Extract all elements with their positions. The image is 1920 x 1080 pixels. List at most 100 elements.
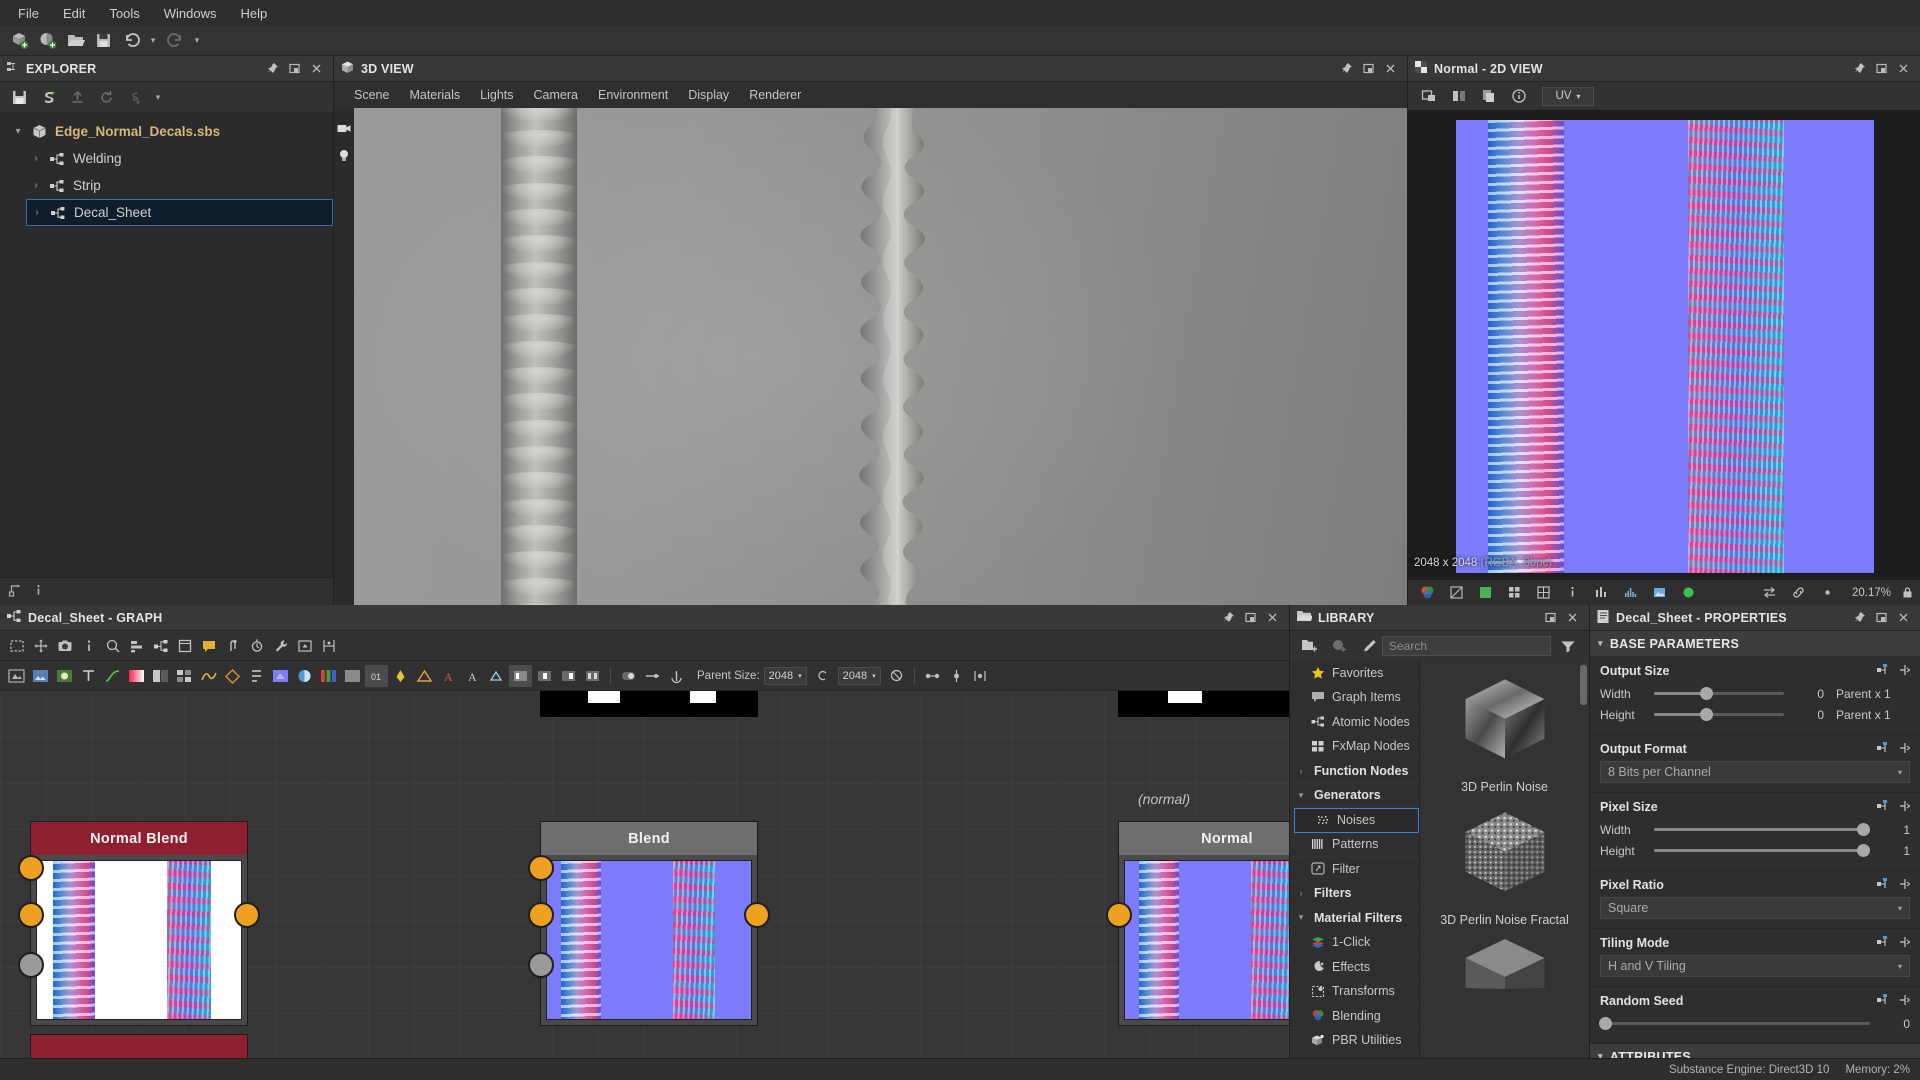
library-item-blending[interactable]: Blending	[1290, 1004, 1419, 1029]
view3d-viewport[interactable]	[334, 108, 1407, 605]
library-item-atomic-nodes[interactable]: Atomic Nodes	[1290, 710, 1419, 735]
node-input-port-3[interactable]	[18, 952, 44, 978]
library-item-noises[interactable]: Noises	[1294, 808, 1419, 833]
expose-icon[interactable]	[1898, 741, 1912, 758]
pin-icon[interactable]	[1217, 607, 1239, 629]
new-folder-icon[interactable]	[1296, 634, 1322, 658]
new-package-icon[interactable]	[34, 29, 60, 53]
output-size-height-slider[interactable]	[1654, 713, 1784, 716]
twisty-down-icon[interactable]: ▾	[1294, 912, 1308, 923]
uv-selector[interactable]: UV ▾	[1542, 87, 1594, 106]
library-scrollbar[interactable]	[1580, 665, 1587, 705]
pixel-size-height-slider[interactable]	[1654, 849, 1870, 852]
frame-icon[interactable]	[173, 635, 196, 657]
library-grid-item-1[interactable]: 3D Perlin Noise	[1420, 661, 1589, 794]
expose-icon[interactable]	[1898, 663, 1912, 680]
pin-icon[interactable]	[1335, 58, 1357, 80]
save-icon[interactable]	[90, 29, 116, 53]
select-icon[interactable]	[5, 635, 28, 657]
twisty-right-icon[interactable]: ›	[1294, 766, 1308, 776]
random-seed-value[interactable]: 0	[1876, 1017, 1910, 1031]
layout-icon[interactable]	[317, 635, 340, 657]
distribute-icon[interactable]	[969, 665, 992, 687]
output-size-width-value[interactable]: 0	[1790, 687, 1824, 701]
library-item-filters[interactable]: › Filters	[1290, 882, 1419, 907]
tree-item-strip[interactable]: › Strip	[0, 172, 333, 199]
blur-icon[interactable]	[389, 665, 412, 687]
value-icon[interactable]	[509, 665, 532, 687]
library-item-generators[interactable]: ▾ Generators	[1290, 784, 1419, 809]
close-icon[interactable]	[1261, 607, 1283, 629]
library-item-filter[interactable]: Filter	[1290, 857, 1419, 882]
gradient-icon[interactable]	[125, 665, 148, 687]
undo-dropdown-icon[interactable]: ▾	[146, 29, 160, 53]
library-item-patterns[interactable]: Patterns	[1290, 833, 1419, 858]
close-icon[interactable]	[1379, 58, 1401, 80]
reload-icon[interactable]	[93, 85, 119, 109]
channel-rgb-icon[interactable]	[1472, 581, 1498, 605]
edit-icon[interactable]	[1356, 634, 1382, 658]
transform-icon[interactable]	[221, 665, 244, 687]
pixel-size-height-value[interactable]: 1	[1876, 844, 1910, 858]
inherit-icon[interactable]	[1876, 993, 1890, 1010]
fit-icon[interactable]	[1416, 84, 1442, 108]
pixel-ratio-dropdown[interactable]: Square ▾	[1600, 897, 1910, 919]
swap-icon[interactable]	[1757, 581, 1783, 605]
view3d-render[interactable]	[354, 108, 1407, 605]
normal-icon[interactable]	[269, 665, 292, 687]
align-horizontal-icon[interactable]	[921, 665, 944, 687]
node-input-port-1[interactable]	[18, 855, 44, 881]
library-item-function-nodes[interactable]: › Function Nodes	[1290, 759, 1419, 784]
undo-icon[interactable]	[118, 29, 144, 53]
size-reset-icon[interactable]	[885, 665, 908, 687]
maximize-icon[interactable]	[1539, 607, 1561, 629]
pin-icon[interactable]	[1848, 58, 1870, 80]
comment-icon[interactable]	[197, 635, 220, 657]
expose-icon[interactable]	[1898, 877, 1912, 894]
curve-icon[interactable]	[101, 665, 124, 687]
sphere-icon[interactable]	[1675, 581, 1701, 605]
export-icon[interactable]	[293, 635, 316, 657]
pin-icon[interactable]	[221, 635, 244, 657]
color-wheel-icon[interactable]	[1414, 581, 1440, 605]
levels-icon[interactable]	[1588, 581, 1614, 605]
parent-size-width-combo[interactable]: 2048 ▾	[764, 667, 807, 685]
view3d-menu-scene[interactable]: Scene	[344, 86, 399, 104]
save-icon[interactable]	[6, 85, 32, 109]
inherit-icon[interactable]	[1876, 935, 1890, 952]
graph-canvas[interactable]: Normal Blend Blend	[0, 691, 1289, 1058]
menu-tools[interactable]: Tools	[97, 3, 151, 24]
menu-edit[interactable]: Edit	[51, 3, 97, 24]
pixel-size-width-slider[interactable]	[1654, 828, 1870, 831]
node-input-port-2[interactable]	[18, 902, 44, 928]
redo-icon[interactable]	[162, 29, 188, 53]
library-item-material-filters[interactable]: ▾ Material Filters	[1290, 906, 1419, 931]
twisty-down-icon[interactable]: ▾	[8, 126, 28, 137]
close-icon[interactable]	[305, 58, 327, 80]
input-icon[interactable]	[485, 665, 508, 687]
light-icon[interactable]	[337, 148, 351, 166]
section-base-parameters[interactable]: ▾ BASE PARAMETERS	[1590, 631, 1920, 657]
output-size-width-slider[interactable]	[1654, 692, 1784, 695]
tile-icon[interactable]	[1530, 581, 1556, 605]
maximize-icon[interactable]	[1870, 607, 1892, 629]
blend-icon[interactable]	[149, 665, 172, 687]
node-thumbnail[interactable]	[546, 860, 752, 1020]
pin-icon[interactable]	[261, 58, 283, 80]
library-item-1-click[interactable]: 1-Click	[1290, 931, 1419, 956]
library-item-transforms[interactable]: Transforms	[1290, 980, 1419, 1005]
info-icon[interactable]	[1506, 84, 1532, 108]
sharpen-icon[interactable]	[413, 665, 436, 687]
new-category-icon[interactable]	[1326, 634, 1352, 658]
library-item-favorites[interactable]: Favorites	[1290, 661, 1419, 686]
twisty-down-icon[interactable]: ▾	[1598, 638, 1603, 649]
node-output-port[interactable]	[744, 902, 770, 928]
switch-icon[interactable]	[617, 665, 640, 687]
inherit-icon[interactable]	[1876, 663, 1890, 680]
tree-item-welding[interactable]: › Welding	[0, 145, 333, 172]
info-icon[interactable]	[1559, 581, 1585, 605]
dir-icon[interactable]: 01	[365, 665, 388, 687]
maximize-icon[interactable]	[1357, 58, 1379, 80]
chevron-down-icon[interactable]: ▾	[151, 85, 165, 109]
info-icon[interactable]	[77, 635, 100, 657]
